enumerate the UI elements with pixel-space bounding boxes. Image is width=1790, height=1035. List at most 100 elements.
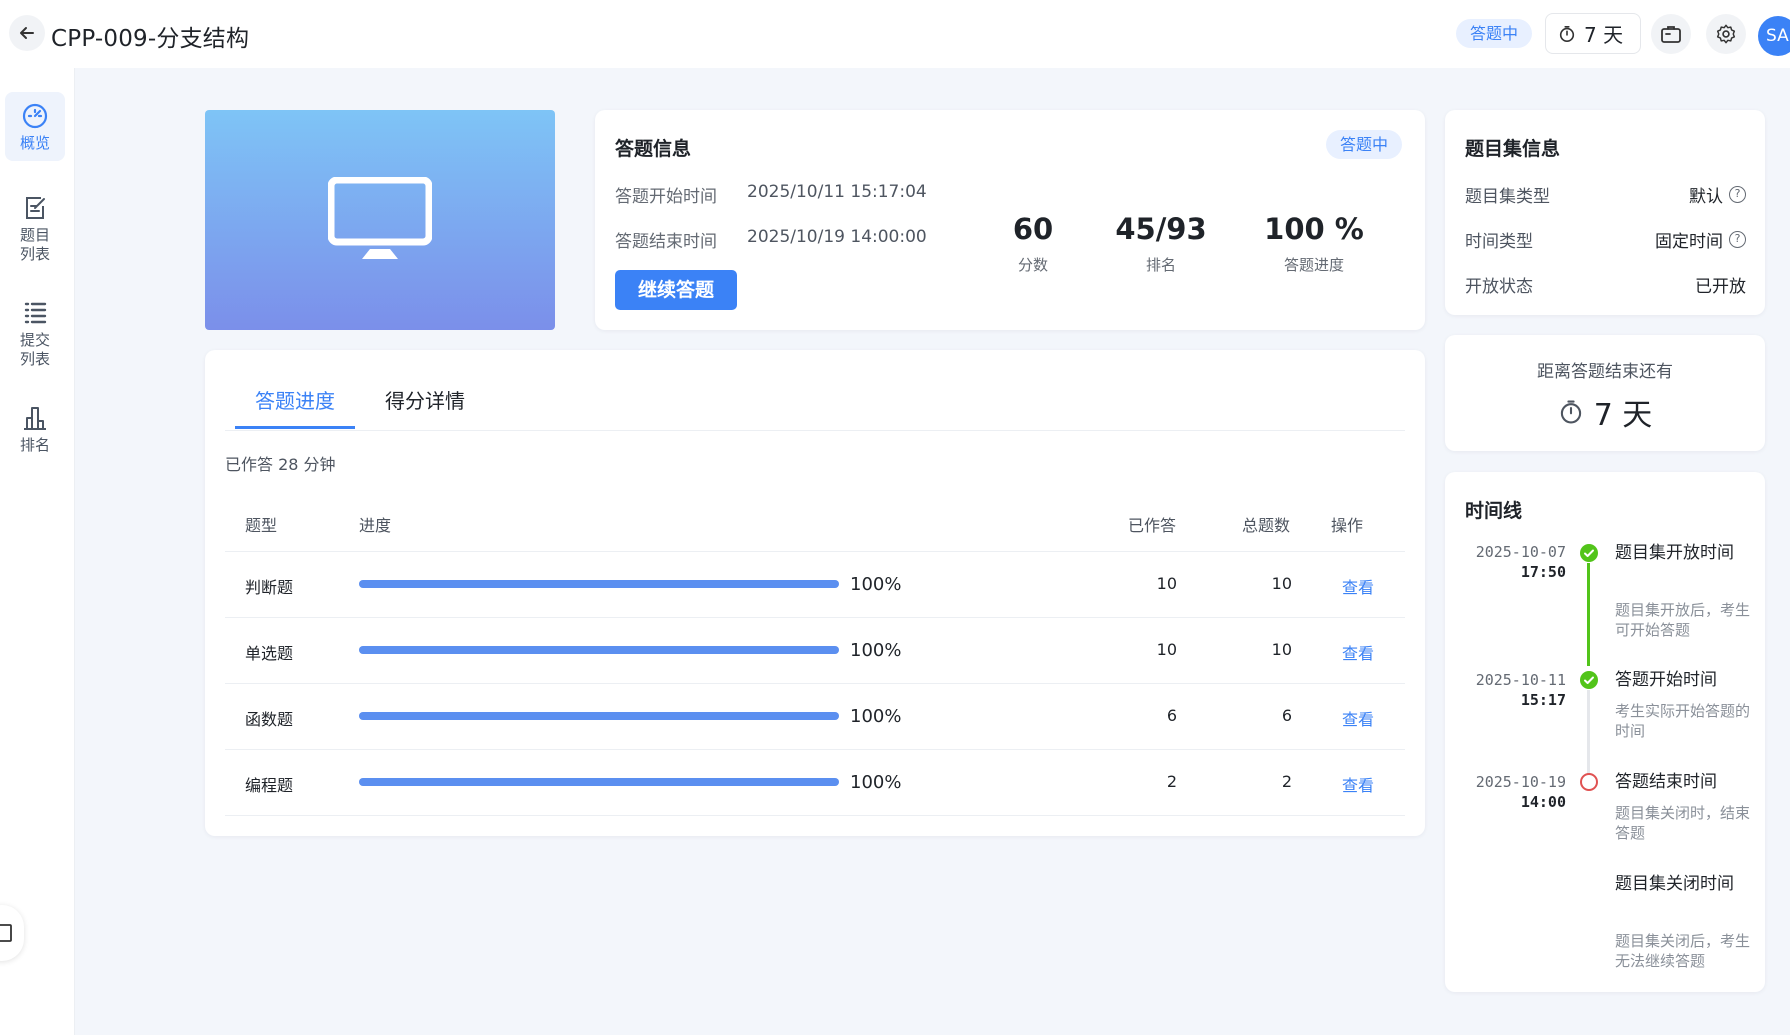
timeline-date: 2025-10-11 15:17	[1460, 670, 1566, 710]
column-header-answered: 已作答	[1128, 516, 1177, 535]
settings-button[interactable]	[1706, 14, 1746, 54]
check-circle-icon	[1580, 671, 1598, 689]
answer-info-title: 答题信息	[615, 138, 692, 160]
start-time-value: 2025/10/11 15:17:04	[747, 182, 927, 202]
timeline-date-day: 2025-10-11	[1475, 671, 1566, 689]
row-total: 10	[1271, 574, 1292, 593]
rank-stat: 45/93 排名	[1096, 212, 1226, 275]
row-total: 2	[1281, 772, 1292, 791]
column-header-progress: 进度	[359, 516, 392, 535]
row-total: 10	[1271, 640, 1292, 659]
timeline-item-desc: 题目集关闭后，考生无法继续答题	[1615, 932, 1751, 970]
timer-display: 7 天	[1545, 13, 1641, 54]
timeline-item-desc: 题目集关闭时，结束答题	[1615, 804, 1751, 842]
row-divider	[225, 815, 1405, 816]
row-divider	[225, 683, 1405, 684]
sidebar-item-problem-list[interactable]: 题目 列表	[5, 184, 65, 272]
timeline-date-time: 14:00	[1520, 793, 1566, 811]
stopwatch-icon	[1560, 400, 1581, 424]
rank-caption: 排名	[1145, 256, 1176, 274]
time-type-label: 时间类型	[1465, 232, 1533, 252]
progress-caption: 答题进度	[1283, 256, 1344, 274]
countdown-label: 距离答题结束还有	[1537, 362, 1673, 382]
page-title: CPP-009-分支结构	[51, 26, 250, 52]
row-type: 单选题	[245, 644, 294, 663]
row-answered: 6	[1166, 706, 1177, 725]
tab-divider	[225, 430, 1405, 431]
timeline-item-desc: 考生实际开始答题的时间	[1615, 702, 1751, 740]
panel-icon	[0, 924, 12, 942]
timeline-date-day: 2025-10-19	[1475, 773, 1566, 791]
time-type-value: 固定时间 ?	[1655, 227, 1746, 252]
open-status-label: 开放状态	[1465, 277, 1533, 297]
sidebar-item-submission-list[interactable]: 提交 列表	[5, 289, 65, 377]
progress-bar	[359, 712, 839, 720]
answer-status-badge: 答题中	[1326, 130, 1403, 159]
column-header-total: 总题数	[1242, 516, 1291, 535]
view-link[interactable]: 查看	[1342, 574, 1374, 598]
timeline-item-title: 题目集开放时间	[1615, 543, 1734, 563]
row-type: 判断题	[245, 578, 294, 597]
row-answered: 2	[1166, 772, 1177, 791]
open-status-text: 已开放	[1695, 277, 1746, 297]
active-tab-indicator	[235, 426, 355, 429]
cover-image	[205, 110, 555, 330]
arrow-left-icon	[20, 27, 34, 39]
set-type-value: 默认 ?	[1689, 182, 1746, 207]
row-progress-text: 100%	[850, 574, 902, 595]
sidebar-item-ranking[interactable]: 排名	[5, 394, 65, 463]
timeline-date: 2025-10-07 17:50	[1460, 542, 1566, 582]
row-divider	[225, 749, 1405, 750]
timeline-connector	[1587, 563, 1590, 666]
progress-bar-fill	[359, 712, 839, 720]
row-answered: 10	[1156, 574, 1177, 593]
row-type: 编程题	[245, 776, 294, 795]
pending-circle-icon	[1580, 773, 1598, 791]
tab-answer-progress[interactable]: 答题进度	[255, 385, 335, 414]
stopwatch-icon	[1559, 25, 1575, 42]
timer-text: 7 天	[1584, 23, 1624, 47]
tab-score-details[interactable]: 得分详情	[385, 385, 465, 414]
sidebar-item-label: 排名	[19, 436, 50, 454]
help-icon[interactable]: ?	[1729, 186, 1746, 203]
row-total: 6	[1281, 706, 1292, 725]
sidebar-item-label: 提交 列表	[19, 331, 50, 368]
score-caption: 分数	[1017, 256, 1048, 274]
countdown-text: 7 天	[1593, 398, 1653, 433]
timeline-item-title: 答题结束时间	[1615, 772, 1717, 792]
bar-chart-icon	[24, 407, 46, 430]
sidebar: 概览 题目 列表 提交 列表 排名	[0, 68, 75, 1035]
set-type-text: 默认	[1689, 187, 1723, 207]
back-button[interactable]	[9, 15, 45, 51]
progress-bar-fill	[359, 646, 839, 654]
progress-stat: 100 % 答题进度	[1249, 212, 1379, 275]
timeline-item-title: 题目集关闭时间	[1615, 874, 1734, 894]
help-icon[interactable]: ?	[1729, 231, 1746, 248]
view-link[interactable]: 查看	[1342, 706, 1374, 730]
progress-bar-fill	[359, 778, 839, 786]
dashboard-icon	[22, 103, 48, 129]
end-time-value: 2025/10/19 14:00:00	[747, 227, 927, 247]
view-link[interactable]: 查看	[1342, 640, 1374, 664]
timeline-date-time: 15:17	[1520, 691, 1566, 709]
set-info-title: 题目集信息	[1465, 138, 1561, 160]
view-link[interactable]: 查看	[1342, 772, 1374, 796]
sidebar-item-overview[interactable]: 概览	[5, 92, 65, 161]
row-divider	[225, 551, 1405, 552]
timeline-date-day: 2025-10-07	[1475, 543, 1566, 561]
briefcase-button[interactable]	[1651, 14, 1691, 54]
top-bar: CPP-009-分支结构 答题中 7 天 SA	[0, 0, 1790, 68]
open-status-value: 已开放	[1695, 272, 1746, 297]
monitor-icon	[328, 177, 432, 259]
check-circle-icon	[1580, 544, 1598, 562]
column-header-type: 题型	[245, 516, 278, 535]
edit-list-icon	[26, 197, 45, 219]
status-badge: 答题中	[1456, 19, 1533, 48]
column-header-action: 操作	[1331, 516, 1364, 535]
row-type: 函数题	[245, 710, 294, 729]
avatar[interactable]: SA	[1758, 16, 1790, 56]
time-type-text: 固定时间	[1655, 232, 1723, 252]
timeline-date: 2025-10-19 14:00	[1460, 772, 1566, 812]
timeline-item-desc: 题目集开放后，考生可开始答题	[1615, 601, 1751, 639]
continue-answer-button[interactable]: 继续答题	[615, 270, 737, 310]
